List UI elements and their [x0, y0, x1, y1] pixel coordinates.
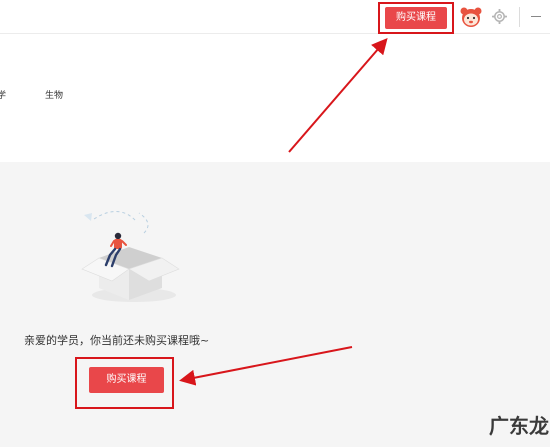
title-bar: 购买课程 — [0, 0, 550, 34]
avatar-icon[interactable] — [460, 6, 482, 28]
tab-subject-1[interactable]: 学 — [0, 88, 6, 101]
highlight-box-main — [75, 357, 174, 409]
empty-state-message: 亲爱的学员，你当前还未购买课程哦~ — [24, 334, 210, 347]
watermark-logo: 广东龙网 — [489, 414, 550, 438]
tab-subject-biology[interactable]: 生物 — [45, 88, 63, 101]
minimize-icon[interactable] — [531, 16, 541, 17]
gear-icon[interactable] — [492, 9, 507, 24]
subject-tabs — [0, 34, 550, 162]
toolbar-divider — [519, 7, 520, 27]
empty-box-icon — [81, 211, 180, 302]
highlight-box-header — [378, 2, 454, 34]
